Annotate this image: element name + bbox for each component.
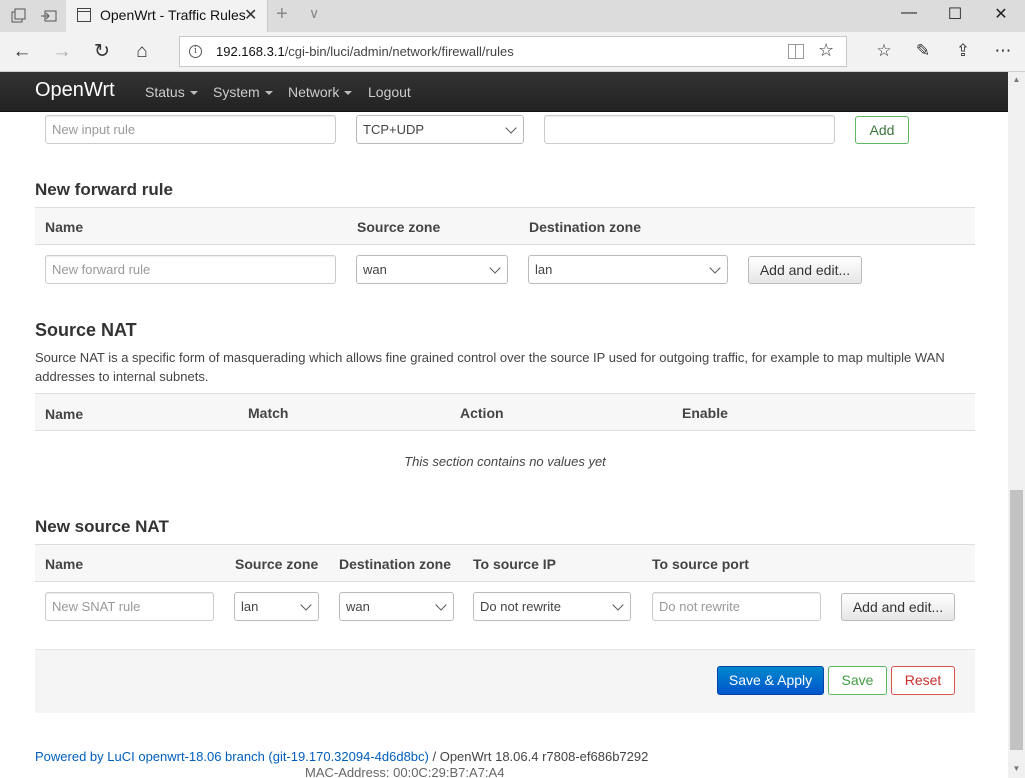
- chevron-down-icon: [612, 599, 624, 611]
- page-favicon-icon: [77, 8, 91, 22]
- new-forward-rule-name-field[interactable]: New forward rule: [45, 255, 336, 284]
- new-source-nat-title: New source NAT: [35, 517, 169, 536]
- page-footer: Powered by LuCI openwrt-18.06 branch (gi…: [35, 749, 648, 764]
- save-button[interactable]: Save: [828, 666, 887, 695]
- tab-manager-icon[interactable]: [10, 7, 28, 25]
- col-name: Name: [45, 406, 84, 422]
- col-source-zone: Source zone: [357, 219, 441, 235]
- browser-tab-bar: OpenWrt - Traffic Rules ✕ + ∨ — ☐ ✕: [0, 0, 1025, 32]
- reset-button[interactable]: Reset: [891, 666, 955, 695]
- protocol-value: TCP+UDP: [363, 122, 425, 137]
- caret-down-icon: [189, 91, 198, 96]
- forward-add-and-edit-button[interactable]: Add and edit...: [748, 256, 862, 284]
- tab-title: OpenWrt - Traffic Rules: [100, 7, 246, 23]
- new-forward-rule-title: New forward rule: [35, 180, 173, 199]
- scroll-up-icon[interactable]: ▲: [1010, 75, 1023, 84]
- maximize-icon[interactable]: ☐: [935, 4, 975, 28]
- more-menu-icon[interactable]: ⋯: [992, 41, 1014, 61]
- col-source-zone: Source zone: [235, 556, 319, 572]
- source-nat-title: Source NAT: [35, 320, 137, 340]
- snat-dest-zone-select[interactable]: wan: [339, 592, 454, 621]
- col-destination-zone: Destination zone: [529, 219, 642, 235]
- share-icon[interactable]: ⇪: [952, 41, 974, 61]
- snat-dest-zone-value: wan: [346, 599, 370, 614]
- menu-network[interactable]: Network: [288, 84, 353, 100]
- openwrt-header: OpenWrt Status System Network Logout: [0, 72, 1008, 112]
- reading-view-icon[interactable]: [788, 44, 804, 59]
- add-input-rule-button[interactable]: Add: [855, 116, 909, 144]
- col-to-source-ip: To source IP: [473, 556, 556, 572]
- col-name: Name: [45, 219, 84, 235]
- back-icon[interactable]: ←: [10, 40, 34, 64]
- web-page: New input rule TCP+UDP Add New forward r…: [0, 72, 1008, 778]
- input-rule-port-field[interactable]: [544, 115, 835, 144]
- chevron-down-icon: [489, 262, 501, 274]
- refresh-icon[interactable]: ↻: [90, 40, 114, 64]
- browser-nav-bar: ← → ↻ ⌂ i 192.168.3.1/cgi-bin/luci/admin…: [0, 32, 1025, 72]
- close-window-icon[interactable]: ✕: [981, 4, 1021, 28]
- new-snat-name-field[interactable]: New SNAT rule: [45, 592, 214, 621]
- caret-down-icon: [264, 91, 273, 96]
- menu-logout[interactable]: Logout: [368, 84, 411, 100]
- luci-powered-by-link[interactable]: Powered by LuCI openwrt-18.06 branch (gi…: [35, 749, 429, 764]
- scroll-down-icon[interactable]: ▼: [1010, 764, 1023, 773]
- menu-status[interactable]: Status: [145, 84, 198, 100]
- col-match: Match: [248, 405, 289, 421]
- forward-icon[interactable]: →: [50, 40, 74, 64]
- underlying-page-text: MAC-Address: 00:0C:29:B7:A7:A4: [305, 765, 505, 778]
- snat-add-and-edit-button[interactable]: Add and edit...: [841, 593, 955, 621]
- notes-pen-icon[interactable]: ✎: [912, 41, 934, 61]
- tab-list-chevron-icon[interactable]: ∨: [309, 5, 319, 22]
- brand-logo[interactable]: OpenWrt: [35, 79, 115, 102]
- chevron-down-icon: [709, 262, 721, 274]
- col-name: Name: [45, 556, 84, 572]
- to-source-ip-value: Do not rewrite: [480, 599, 561, 614]
- chevron-down-icon: [505, 122, 517, 134]
- snat-to-source-port-field[interactable]: Do not rewrite: [652, 592, 821, 621]
- col-destination-zone: Destination zone: [339, 556, 452, 572]
- site-info-icon[interactable]: i: [189, 45, 202, 58]
- source-nat-empty-message: This section contains no values yet: [404, 454, 606, 469]
- forward-dest-zone-select[interactable]: lan: [528, 255, 728, 284]
- favorite-star-icon[interactable]: ☆: [818, 40, 834, 61]
- tab-close-icon[interactable]: ✕: [244, 5, 257, 25]
- forward-rule-table-header: Name Source zone Destination zone: [35, 207, 975, 245]
- source-nat-table-header: Name Match Action Enable: [35, 393, 975, 431]
- menu-system[interactable]: System: [213, 84, 273, 100]
- caret-down-icon: [344, 91, 353, 96]
- new-tab-icon[interactable]: +: [276, 3, 288, 26]
- openwrt-version: / OpenWrt 18.06.4 r7808-ef686b7292: [428, 749, 649, 764]
- dest-zone-value: lan: [535, 262, 553, 277]
- chevron-down-icon: [300, 599, 312, 611]
- snat-source-zone-value: lan: [241, 599, 259, 614]
- chevron-down-icon: [435, 599, 447, 611]
- tab-openwrt-traffic-rules[interactable]: OpenWrt - Traffic Rules ✕: [66, 0, 268, 32]
- scrollbar-thumb[interactable]: [1010, 490, 1023, 750]
- set-tabs-aside-icon[interactable]: [40, 7, 58, 25]
- new-input-rule-name-field[interactable]: New input rule: [45, 115, 336, 144]
- snat-source-zone-select[interactable]: lan: [234, 592, 319, 621]
- source-nat-description: Source NAT is a specific form of masquer…: [35, 350, 945, 384]
- url-text[interactable]: 192.168.3.1/cgi-bin/luci/admin/network/f…: [216, 44, 514, 59]
- col-action: Action: [460, 405, 504, 421]
- forward-source-zone-select[interactable]: wan: [356, 255, 508, 284]
- col-to-source-port: To source port: [652, 556, 749, 572]
- favorites-list-icon[interactable]: ☆: [873, 41, 895, 61]
- snat-to-source-ip-select[interactable]: Do not rewrite: [473, 592, 631, 621]
- minimize-icon[interactable]: —: [889, 4, 929, 28]
- new-snat-table-header: Name Source zone Destination zone To sou…: [35, 544, 975, 582]
- home-icon[interactable]: ⌂: [130, 40, 154, 64]
- source-zone-value: wan: [363, 262, 387, 277]
- col-enable: Enable: [682, 405, 728, 421]
- save-and-apply-button[interactable]: Save & Apply: [717, 666, 824, 695]
- input-rule-protocol-select[interactable]: TCP+UDP: [356, 115, 524, 144]
- address-bar[interactable]: i 192.168.3.1/cgi-bin/luci/admin/network…: [179, 36, 847, 67]
